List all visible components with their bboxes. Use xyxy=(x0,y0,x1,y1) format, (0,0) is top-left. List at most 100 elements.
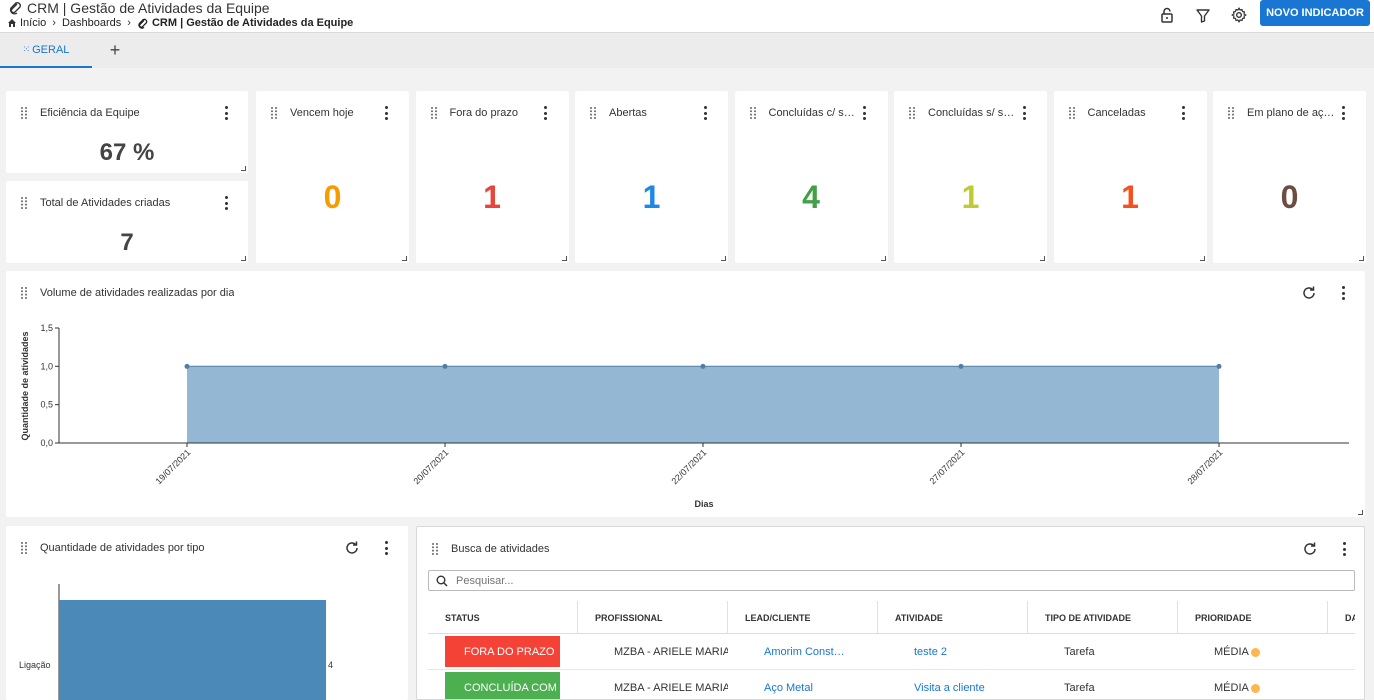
search-card: Busca de atividades STATUS PROFISSIONAL … xyxy=(416,526,1365,700)
x-tick-label: 22/07/2021 xyxy=(669,447,708,486)
more-vert-icon[interactable] xyxy=(384,106,388,120)
more-vert-icon[interactable] xyxy=(863,106,867,120)
column-header-date[interactable]: DA xyxy=(1328,601,1355,634)
priority-cell: MÉDIA xyxy=(1214,670,1324,699)
chevron-right-icon: › xyxy=(127,17,131,29)
resize-handle[interactable] xyxy=(721,256,726,261)
professional-cell: MZBA - ARIELE MARIA C xyxy=(614,682,728,694)
kpi-value: 0 xyxy=(323,179,342,215)
lead-link[interactable]: Aço Metal xyxy=(764,670,874,699)
kpi-value: 1 xyxy=(483,179,501,215)
resize-handle[interactable] xyxy=(561,256,567,261)
x-tick-label: 19/07/2021 xyxy=(153,447,192,486)
kpi-title: Eficiência da Equipe xyxy=(40,107,140,119)
drag-handle-icon[interactable] xyxy=(270,106,278,120)
more-vert-icon[interactable] xyxy=(1342,542,1346,556)
drag-handle-icon[interactable] xyxy=(908,106,916,120)
resize-handle[interactable] xyxy=(1040,256,1045,261)
bar[interactable] xyxy=(59,600,326,700)
type-chart: Ligação 4 xyxy=(19,584,333,700)
more-vert-icon[interactable] xyxy=(544,106,548,120)
y-tick-label: 1,5 xyxy=(40,323,53,333)
status-badge: CONCLUÍDA COM SUCESSO xyxy=(445,672,560,699)
more-vert-icon[interactable] xyxy=(703,106,707,120)
add-tab-button[interactable]: + xyxy=(106,41,124,59)
column-header-priority[interactable]: PRIORIDADE xyxy=(1178,601,1328,634)
drag-handle-icon[interactable] xyxy=(430,106,438,120)
priority-cell: MÉDIA xyxy=(1214,634,1324,670)
resize-handle[interactable] xyxy=(1359,256,1364,261)
drag-handle-icon[interactable] xyxy=(749,106,757,120)
y-tick-label: 1,0 xyxy=(40,361,53,371)
drag-handle-icon[interactable] xyxy=(1068,106,1076,120)
more-vert-icon[interactable] xyxy=(224,106,228,120)
kpi-value: 1 xyxy=(1121,179,1139,215)
kpi-title: Em plano de aç… xyxy=(1247,107,1335,119)
table-header: STATUS PROFISSIONAL LEAD/CLIENTE ATIVIDA… xyxy=(428,601,1355,634)
column-header-lead[interactable]: LEAD/CLIENTE xyxy=(728,601,878,634)
gear-icon[interactable] xyxy=(1230,6,1248,24)
page-title: CRM | Gestão de Atividades da Equipe xyxy=(27,0,270,16)
kpi-value: 67 % xyxy=(99,139,155,166)
lead-link[interactable]: Amorim Const… xyxy=(764,634,874,670)
resize-handle[interactable] xyxy=(241,166,246,171)
resize-handle[interactable] xyxy=(1358,510,1363,515)
column-header-professional[interactable]: PROFISSIONAL xyxy=(578,601,728,634)
paperclip-icon xyxy=(138,18,148,29)
breadcrumb-current-label: CRM | Gestão de Atividades da Equipe xyxy=(151,17,354,29)
kpi-title: Abertas xyxy=(609,107,647,119)
tab-geral-label: GERAL xyxy=(32,43,70,56)
resize-handle[interactable] xyxy=(880,256,886,261)
drag-handle-icon[interactable] xyxy=(589,106,597,120)
activity-type-cell: Tarefa xyxy=(1064,646,1095,658)
more-vert-icon[interactable] xyxy=(224,196,228,210)
column-header-activity-type[interactable]: TIPO DE ATIVIDADE xyxy=(1028,601,1178,634)
resize-handle[interactable] xyxy=(1199,256,1205,261)
category-label: Ligação xyxy=(19,660,51,670)
breadcrumb-home[interactable]: Início xyxy=(20,17,46,29)
kpi-card: Fora do prazo 1 xyxy=(415,91,569,263)
kpi-value: 1 xyxy=(961,179,980,215)
column-header-status[interactable]: STATUS xyxy=(428,601,578,634)
table-row[interactable]: CONCLUÍDA COM SUCESSO MZBA - ARIELE MARI… xyxy=(428,670,1355,699)
resize-handle[interactable] xyxy=(241,256,246,261)
kpi-value: 0 xyxy=(1280,179,1299,215)
resize-handle[interactable] xyxy=(402,256,407,261)
x-tick-label: 27/07/2021 xyxy=(927,447,966,486)
table-row[interactable]: FORA DO PRAZO MZBA - ARIELE MARIA C Amor… xyxy=(428,634,1355,670)
refresh-icon[interactable] xyxy=(1302,541,1318,557)
page-header: CRM | Gestão de Atividades da Equipe Iní… xyxy=(0,0,1374,33)
more-vert-icon[interactable] xyxy=(1022,106,1026,120)
tab-geral[interactable]: ⁙ GERAL xyxy=(0,33,92,68)
activity-link[interactable]: Visita a cliente xyxy=(914,670,1024,699)
filter-icon[interactable] xyxy=(1194,6,1212,24)
activity-link[interactable]: teste 2 xyxy=(914,634,1024,670)
data-point[interactable] xyxy=(184,363,190,369)
column-header-activity[interactable]: ATIVIDADE xyxy=(878,601,1028,634)
breadcrumb-dashboards[interactable]: Dashboards xyxy=(62,17,121,29)
more-vert-icon[interactable] xyxy=(1182,106,1186,120)
drag-handle-icon[interactable] xyxy=(20,196,28,210)
kpi-card-total: Total de Atividades criadas 7 xyxy=(6,181,248,263)
y-tick-label: 0,0 xyxy=(40,438,53,448)
page-title-row: CRM | Gestão de Atividades da Equipe xyxy=(8,0,270,16)
area-fill xyxy=(187,366,1219,443)
x-tick-label: 28/07/2021 xyxy=(1185,447,1224,486)
lock-icon[interactable] xyxy=(1158,6,1176,24)
priority-dot-icon xyxy=(1250,647,1260,657)
chevron-right-icon: › xyxy=(52,17,56,29)
new-indicator-button[interactable]: NOVO INDICADOR xyxy=(1260,0,1370,26)
x-tick-label: 20/07/2021 xyxy=(411,447,450,486)
more-vert-icon[interactable] xyxy=(1341,106,1345,120)
data-point[interactable] xyxy=(958,363,964,369)
drag-handle-icon[interactable] xyxy=(1227,106,1235,120)
data-point[interactable] xyxy=(442,363,448,369)
data-point[interactable] xyxy=(1216,363,1222,369)
kpi-card-efficiency: Eficiência da Equipe 67 % xyxy=(6,91,248,173)
drag-handle-icon[interactable] xyxy=(431,542,439,556)
search-input[interactable] xyxy=(456,574,1336,587)
data-point[interactable] xyxy=(700,363,706,369)
drag-handle-icon[interactable] xyxy=(20,106,28,120)
professional-cell: MZBA - ARIELE MARIA C xyxy=(614,646,728,658)
paperclip-icon xyxy=(9,2,21,15)
